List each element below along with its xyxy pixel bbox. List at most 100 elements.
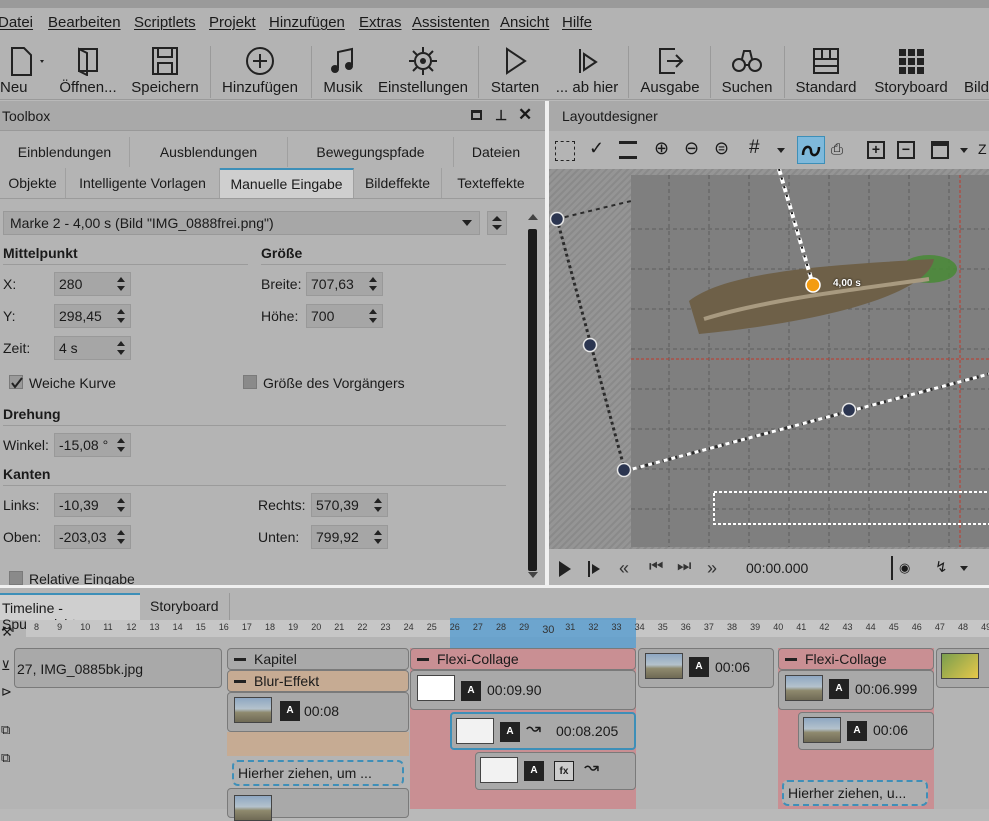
magnet-icon[interactable]: ⚒ <box>1 624 13 640</box>
tab-ausblendungen[interactable]: Ausblendungen <box>130 137 288 167</box>
winkel-spinbox[interactable]: -15,08 ° <box>54 433 131 457</box>
image-clip[interactable] <box>227 788 409 821</box>
tab-dateien[interactable]: Dateien <box>454 137 538 167</box>
arrow-down-icon[interactable] <box>492 225 502 230</box>
previous-marker-icon[interactable]: ⏮ <box>649 558 663 576</box>
next-marker-icon[interactable]: ⏭ <box>677 558 691 576</box>
search-button[interactable]: Suchen <box>716 44 778 100</box>
drop-zone[interactable]: Hierher ziehen, u... <box>782 780 928 806</box>
split-icon[interactable]: ⊻ <box>1 658 11 674</box>
scrollbar-thumb[interactable] <box>528 229 537 571</box>
menu-datei[interactable]: Datei <box>0 14 33 31</box>
spin-arrows-icon[interactable] <box>114 495 128 515</box>
tab-manuelle-eingabe[interactable]: Manuelle Eingabe <box>220 168 354 198</box>
collapse-icon[interactable] <box>234 658 246 661</box>
marker-select[interactable]: Marke 2 - 4,00 s (Bild "IMG_0888frei.png… <box>3 211 480 235</box>
blur-effect-clip[interactable]: Blur-Effekt <box>227 670 409 692</box>
menu-bearbeiten[interactable]: Bearbeiten <box>48 14 121 31</box>
tab-intelligente-vorlagen[interactable]: Intelligente Vorlagen <box>66 168 220 198</box>
unten-spinbox[interactable]: 799,92 <box>311 525 388 549</box>
pin-icon[interactable]: ⊥ <box>495 107 507 124</box>
image-clip[interactable]: A 00:06 <box>798 712 934 750</box>
play-from-here-arrow[interactable] <box>592 564 600 574</box>
kapitel-clip[interactable]: Kapitel <box>227 648 409 670</box>
links-spinbox[interactable]: -10,39 <box>54 493 131 517</box>
image-clip[interactable] <box>936 648 989 688</box>
menu-ansicht[interactable]: Ansicht <box>500 14 549 31</box>
paste-icon[interactable]: ⧉ <box>1 750 10 766</box>
image-clip[interactable]: 27, IMG_0885bk.jpg <box>14 648 222 688</box>
add-button[interactable]: Hinzufügen <box>216 44 304 100</box>
menu-extras[interactable]: Extras <box>359 14 402 31</box>
tab-storyboard[interactable]: Storyboard <box>142 593 230 620</box>
tab-texteffekte[interactable]: Texteffekte <box>442 168 540 198</box>
image-clip[interactable]: A 00:06 <box>638 648 774 688</box>
maximize-icon[interactable] <box>471 110 482 120</box>
y-spinbox[interactable]: 298,45 <box>54 304 131 328</box>
spin-arrows-icon[interactable] <box>371 495 385 515</box>
effect-clip[interactable]: A fx ↝ <box>475 752 636 790</box>
fast-forward-icon[interactable]: » <box>707 558 717 579</box>
arrow-up-icon[interactable] <box>492 216 502 221</box>
music-button[interactable]: Musik <box>318 44 368 100</box>
path-options-icon[interactable]: ↯ <box>935 558 948 576</box>
tools-menu-icon[interactable] <box>931 141 949 159</box>
chevron-down-icon[interactable] <box>960 566 968 571</box>
tab-einblendungen[interactable]: Einblendungen <box>0 137 130 167</box>
flexi-collage-clip[interactable]: Flexi-Collage <box>410 648 636 670</box>
spin-arrows-icon[interactable] <box>114 435 128 455</box>
relative-eingabe-checkbox[interactable] <box>9 571 23 585</box>
close-icon[interactable]: ✕ <box>518 105 532 125</box>
play-from-here-button[interactable]: ... ab hier <box>552 44 622 100</box>
collapse-icon[interactable] <box>417 658 429 661</box>
image-clip[interactable]: A 00:08 <box>227 692 409 732</box>
eye-icon[interactable]: ◉ <box>899 560 910 576</box>
copy-icon[interactable]: ⧉ <box>1 722 10 738</box>
output-button[interactable]: Ausgabe <box>636 44 704 100</box>
toolbox-scrollbar[interactable] <box>525 211 543 583</box>
scroll-down-icon[interactable] <box>528 572 538 578</box>
groesse-vorgaenger-checkbox[interactable] <box>243 375 257 389</box>
menu-projekt[interactable]: Projekt <box>209 14 256 31</box>
image-view-button[interactable]: Bild <box>962 44 989 100</box>
rechts-spinbox[interactable]: 570,39 <box>311 493 388 517</box>
hoehe-spinbox[interactable]: 700 <box>306 304 383 328</box>
zoom-in-icon[interactable]: ⊕ <box>654 138 669 159</box>
chevron-down-icon[interactable] <box>960 148 968 153</box>
timeline-ruler[interactable]: 8 9 10 11 12 13 14 15 16 17 18 19 20 21 22 23 24 25 26 27 28… <box>26 618 989 681</box>
spin-arrows-icon[interactable] <box>114 527 128 547</box>
flexi-collage-subclip[interactable]: A 00:09.90 <box>410 670 636 710</box>
new-button[interactable]: Neu <box>0 44 52 100</box>
x-spinbox[interactable]: 280 <box>54 272 131 296</box>
standard-view-button[interactable]: Standard <box>790 44 862 100</box>
layout-canvas[interactable]: 4,00 s <box>549 169 989 549</box>
storyboard-view-button[interactable]: Storyboard <box>868 44 954 100</box>
spin-arrows-icon[interactable] <box>114 306 128 326</box>
zoom-fit-icon[interactable]: ⊜ <box>714 138 729 159</box>
start-button[interactable]: Starten <box>486 44 544 100</box>
add-frame-icon[interactable]: + <box>867 141 885 159</box>
group-icon[interactable]: ⊳ <box>1 684 12 700</box>
breite-spinbox[interactable]: 707,63 <box>306 272 383 296</box>
marker-pin-icon[interactable] <box>891 556 893 580</box>
spin-arrows-icon[interactable] <box>114 338 128 358</box>
tab-objekte[interactable]: Objekte <box>0 168 66 198</box>
spin-arrows-icon[interactable] <box>366 306 380 326</box>
menu-scriptlets[interactable]: Scriptlets <box>134 14 196 31</box>
remove-frame-icon[interactable]: − <box>897 141 915 159</box>
flexi-collage-subclip[interactable]: A 00:06.999 <box>778 670 934 710</box>
spin-arrows-icon[interactable] <box>114 274 128 294</box>
settings-button[interactable]: Einstellungen <box>374 44 472 100</box>
tab-bewegungspfade[interactable]: Bewegungspfade <box>288 137 454 167</box>
weiche-kurve-checkbox[interactable] <box>9 375 23 389</box>
select-tool-icon[interactable] <box>555 141 575 161</box>
save-button[interactable]: Speichern <box>128 44 202 100</box>
spin-arrows-icon[interactable] <box>371 527 385 547</box>
play-icon[interactable] <box>559 561 571 577</box>
scroll-up-icon[interactable] <box>528 214 538 220</box>
motion-path-button[interactable] <box>797 136 825 164</box>
menu-hilfe[interactable]: Hilfe <box>562 14 592 31</box>
zeit-spinbox[interactable]: 4 s <box>54 336 131 360</box>
marker-point[interactable] <box>805 277 821 293</box>
collapse-icon[interactable] <box>234 680 246 683</box>
